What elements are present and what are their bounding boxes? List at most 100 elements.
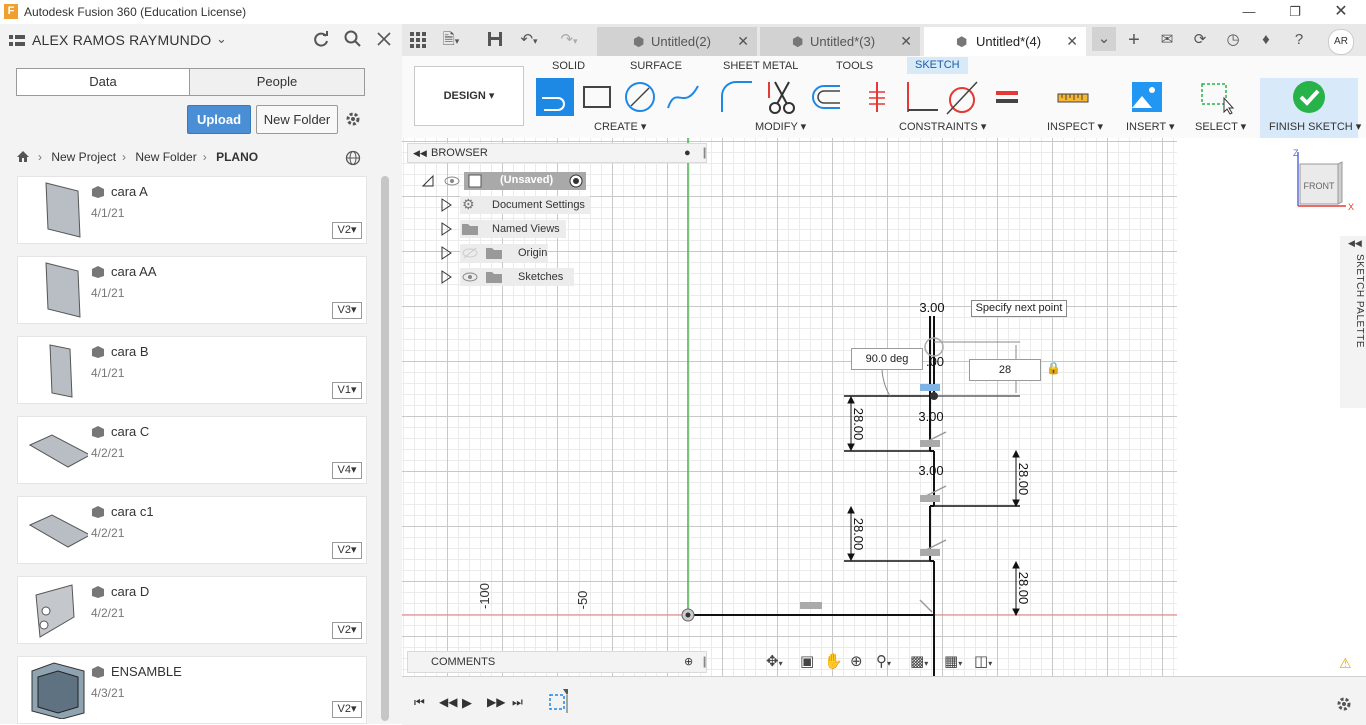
browser-item-origin[interactable]: Origin (440, 244, 600, 262)
zoom-window-icon[interactable]: ⚲▾ (876, 652, 891, 670)
inspect-menu[interactable]: INSPECT ▾ (1047, 120, 1103, 133)
sketch-geometry[interactable]: 3.00 .00 3.00 3.00 28.00 28.00 28.00 28.… (402, 138, 1177, 676)
avatar[interactable]: AR (1328, 29, 1354, 55)
version-dropdown[interactable]: V2▾ (332, 701, 362, 718)
breadcrumb-new-folder[interactable]: New Folder (135, 150, 196, 164)
fillet-tool-icon[interactable] (718, 78, 756, 116)
job-status-icon[interactable]: ⟳ (1189, 30, 1211, 50)
expand-triangle-icon[interactable] (440, 222, 452, 236)
timeline-last-icon[interactable]: ⏭ (512, 695, 523, 710)
modify-menu[interactable]: MODIFY ▾ (755, 120, 806, 133)
breadcrumb-new-project[interactable]: New Project (51, 150, 116, 164)
warning-icon[interactable]: ⚠ (1339, 655, 1352, 672)
help-icon[interactable]: ? (1288, 30, 1310, 50)
browser-minimize-icon[interactable]: ● (684, 144, 691, 162)
timeline-next-icon[interactable]: ▶▶ (487, 695, 505, 709)
file-card[interactable]: cara c1 4/2/21 V2▾ (17, 496, 367, 564)
comments-icon[interactable]: ✉ (1156, 30, 1178, 50)
tab-untitled-3[interactable]: ⬢ Untitled*(3) ✕ (760, 27, 920, 56)
browser-panel-header[interactable]: ◀◀ BROWSER ● ❙ (407, 143, 709, 163)
angle-input[interactable]: 90.0 deg (851, 348, 923, 370)
sketch-palette-tab[interactable]: ◀◀ SKETCH PALETTE (1340, 236, 1366, 408)
file-menu-icon[interactable]: 🗎▾ (440, 30, 462, 50)
coincident-constraint-icon[interactable] (859, 78, 897, 116)
activate-radio-icon[interactable] (569, 174, 583, 188)
browser-item-document-settings[interactable]: ⚙ Document Settings (440, 196, 600, 214)
timeline-first-icon[interactable]: ⏮ (414, 695, 425, 710)
user-name[interactable]: ALEX RAMOS RAYMUNDO (32, 32, 211, 48)
display-settings-icon[interactable]: ▩▾ (910, 652, 928, 670)
search-icon[interactable] (344, 30, 362, 48)
version-dropdown[interactable]: V4▾ (332, 462, 362, 479)
file-card[interactable]: cara C 4/2/21 V4▾ (17, 416, 367, 484)
undo-icon[interactable]: ↶▾ (518, 30, 540, 50)
offset-tool-icon[interactable] (806, 78, 844, 116)
spline-tool-icon[interactable] (664, 78, 702, 116)
tab-solid[interactable]: SOLID (552, 60, 585, 72)
insert-menu[interactable]: INSERT ▾ (1126, 120, 1175, 133)
equal-constraint-icon[interactable] (988, 78, 1026, 116)
redo-icon[interactable]: ↷▾ (558, 30, 580, 50)
perpendicular-constraint-icon[interactable] (902, 78, 940, 116)
app-grid-icon[interactable] (410, 32, 426, 48)
tab-overflow-chevron-icon[interactable]: ⌄ (1092, 27, 1116, 51)
expand-triangle-icon[interactable] (440, 270, 452, 284)
version-dropdown[interactable]: V1▾ (332, 382, 362, 399)
close-tab-icon[interactable]: ✕ (900, 27, 912, 56)
tab-untitled-4[interactable]: ⬢ Untitled*(4) ✕ (924, 27, 1086, 56)
expand-triangle-icon[interactable] (440, 198, 452, 212)
tab-sheet-metal[interactable]: SHEET METAL (723, 60, 798, 72)
orbit-icon[interactable]: ✥▾ (766, 652, 783, 670)
file-card[interactable]: cara A 4/1/21 V2▾ (17, 176, 367, 244)
expand-palette-icon[interactable]: ◀◀ (1348, 238, 1362, 249)
data-panel-grid-icon[interactable] (9, 34, 25, 48)
home-icon[interactable] (16, 150, 30, 163)
settings-gear-icon[interactable] (344, 110, 362, 128)
window-select-icon[interactable] (1198, 78, 1236, 116)
new-folder-button[interactable]: New Folder (256, 105, 338, 134)
file-card[interactable]: cara AA 4/1/21 V3▾ (17, 256, 367, 324)
close-panel-icon[interactable] (377, 32, 391, 46)
user-chevron-down-icon[interactable]: ⌄ (216, 31, 227, 47)
close-tab-icon[interactable]: ✕ (1066, 27, 1078, 56)
timeline-previous-icon[interactable]: ◀◀ (439, 695, 457, 709)
zoom-icon[interactable]: ⊕ (850, 652, 863, 670)
restore-icon[interactable]: ❐ (1272, 0, 1318, 24)
new-tab-plus-icon[interactable]: + (1123, 30, 1145, 50)
tab-tools[interactable]: TOOLS (836, 60, 873, 72)
browser-item-named-views[interactable]: Named Views (440, 220, 600, 238)
browser-root[interactable]: (Unsaved) (420, 172, 590, 192)
insert-image-icon[interactable] (1128, 78, 1166, 116)
circle-tool-icon[interactable] (621, 78, 659, 116)
browser-item-sketches[interactable]: Sketches (440, 268, 600, 286)
trim-tool-icon[interactable] (763, 78, 801, 116)
pan-hand-icon[interactable]: ✋ (824, 652, 843, 670)
tab-people[interactable]: People (189, 68, 365, 96)
collapse-browser-icon[interactable]: ◀◀ (413, 144, 427, 162)
save-icon[interactable] (487, 31, 503, 47)
collapse-triangle-icon[interactable] (422, 175, 434, 187)
rectangle-tool-icon[interactable] (578, 78, 616, 116)
constraints-menu[interactable]: CONSTRAINTS ▾ (899, 120, 986, 133)
version-dropdown[interactable]: V3▾ (332, 302, 362, 319)
timeline-play-icon[interactable]: ▶ (462, 695, 472, 711)
file-card[interactable]: cara B 4/1/21 V1▾ (17, 336, 367, 404)
length-input[interactable]: 28 (969, 359, 1041, 381)
lock-icon[interactable]: 🔒 (1046, 361, 1061, 375)
tab-sketch[interactable]: SKETCH (907, 57, 968, 74)
close-window-icon[interactable]: ✕ (1318, 0, 1364, 24)
refresh-icon[interactable] (312, 30, 330, 48)
tab-surface[interactable]: SURFACE (630, 60, 682, 72)
timeline-sketch-marker-icon[interactable] (548, 689, 568, 713)
clock-icon[interactable]: ◷ (1222, 30, 1244, 50)
select-menu[interactable]: SELECT ▾ (1195, 120, 1246, 133)
visibility-eye-icon[interactable] (444, 175, 460, 187)
minimize-icon[interactable]: — (1226, 0, 1272, 24)
view-cube[interactable]: FRONT Z X (1290, 146, 1358, 212)
file-card[interactable]: ENSAMBLE 4/3/21 V2▾ (17, 656, 367, 724)
visibility-eye-icon[interactable] (462, 271, 478, 283)
version-dropdown[interactable]: V2▾ (332, 222, 362, 239)
version-dropdown[interactable]: V2▾ (332, 542, 362, 559)
version-dropdown[interactable]: V2▾ (332, 622, 362, 639)
close-tab-icon[interactable]: ✕ (737, 27, 749, 56)
